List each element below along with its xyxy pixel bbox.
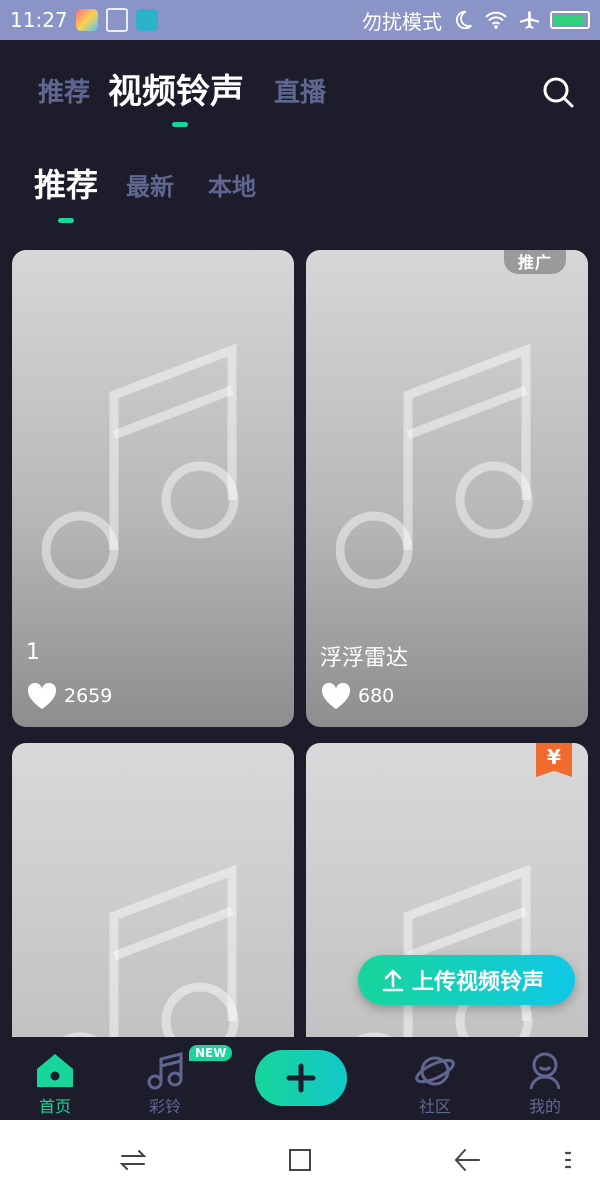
subtab-indicator xyxy=(58,218,74,223)
search-icon[interactable] xyxy=(538,72,578,112)
square-icon[interactable] xyxy=(284,1144,316,1176)
like-count: 2659 xyxy=(64,685,113,707)
nav-community[interactable]: 社区 xyxy=(395,1049,475,1117)
card-likes: 680 xyxy=(320,682,394,710)
nav-mine[interactable]: 我的 xyxy=(505,1049,585,1117)
music-note-icon xyxy=(147,1052,183,1090)
nav-community-label: 社区 xyxy=(418,1097,451,1116)
subtab-recommend[interactable]: 推荐 xyxy=(34,160,98,206)
video-card[interactable]: 1 2659 xyxy=(12,250,294,727)
promoted-badge: 推广 xyxy=(503,250,566,274)
tab-live[interactable]: 直播 xyxy=(274,72,326,109)
switch-arrows-icon[interactable] xyxy=(117,1144,149,1176)
back-arrow-icon[interactable] xyxy=(451,1144,483,1176)
video-card[interactable]: 推广 浮浮雷达 680 xyxy=(306,250,588,727)
nav-mine-label: 我的 xyxy=(528,1097,561,1116)
create-button[interactable] xyxy=(255,1050,347,1106)
plus-icon xyxy=(286,1063,316,1093)
new-badge: NEW xyxy=(189,1045,233,1061)
profile-icon xyxy=(529,1052,561,1090)
top-tab-bar: 推荐 视频铃声 直播 xyxy=(0,58,600,128)
heart-icon[interactable] xyxy=(26,682,58,710)
card-title: 浮浮雷达 xyxy=(320,646,409,671)
tab-video-ringtone[interactable]: 视频铃声 xyxy=(108,64,244,113)
heart-icon[interactable] xyxy=(320,682,352,710)
upload-icon xyxy=(382,969,404,992)
nav-ringtone-label: 彩铃 xyxy=(148,1097,181,1116)
nav-home-label: 首页 xyxy=(38,1097,71,1116)
photo-app-icon xyxy=(75,9,98,31)
card-title: 1 xyxy=(26,640,40,665)
moon-icon xyxy=(455,10,472,30)
paid-badge: ¥ xyxy=(536,743,572,777)
status-time: 11:27 xyxy=(10,8,68,32)
airplane-icon xyxy=(519,11,540,29)
card-likes: 2659 xyxy=(26,682,112,710)
home-icon xyxy=(37,1054,73,1087)
planet-icon xyxy=(415,1056,455,1086)
menu-icon[interactable] xyxy=(552,1144,584,1176)
clipboard-icon xyxy=(105,8,128,32)
nav-home[interactable]: 首页 xyxy=(15,1049,95,1117)
dnd-label: 勿扰模式 xyxy=(362,9,442,34)
like-count: 680 xyxy=(358,685,395,707)
sub-tab-bar: 推荐 最新 本地 xyxy=(0,150,600,230)
music-note-icon xyxy=(355,864,533,1037)
subtab-local[interactable]: 本地 xyxy=(208,167,256,202)
wifi-icon xyxy=(485,11,507,29)
system-nav-bar xyxy=(0,1120,600,1200)
tab-recommend[interactable]: 推荐 xyxy=(38,72,90,109)
music-note-icon xyxy=(42,343,239,589)
usb-icon xyxy=(135,9,158,31)
upload-video-ringtone-button[interactable]: 上传视频铃声 xyxy=(358,955,575,1005)
status-bar: 11:27 勿扰模式 xyxy=(0,0,600,40)
upload-label: 上传视频铃声 xyxy=(412,970,545,995)
bottom-nav: 首页 彩铃 NEW 社区 我的 xyxy=(0,1037,600,1120)
tab-indicator xyxy=(172,122,188,127)
subtab-latest[interactable]: 最新 xyxy=(126,167,174,202)
video-card[interactable] xyxy=(12,743,294,1037)
music-note-icon xyxy=(61,864,239,1037)
battery-icon xyxy=(550,11,590,29)
music-note-icon xyxy=(336,343,533,589)
